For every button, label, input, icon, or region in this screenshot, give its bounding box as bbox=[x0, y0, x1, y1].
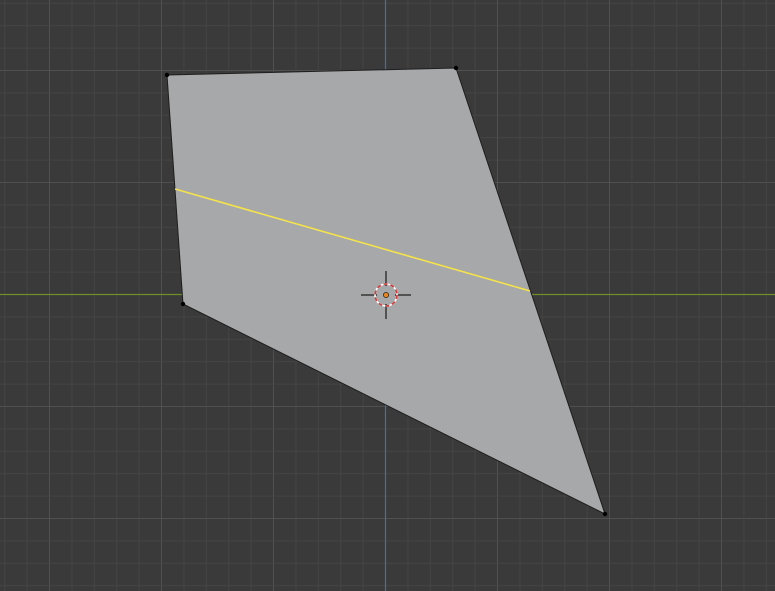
viewport-canvas[interactable] bbox=[0, 0, 775, 591]
3d-viewport[interactable] bbox=[0, 0, 775, 591]
mesh-vertex[interactable] bbox=[164, 72, 170, 78]
object-origin-icon bbox=[383, 292, 389, 298]
mesh-vertex[interactable] bbox=[180, 301, 186, 307]
mesh-vertex[interactable] bbox=[453, 65, 459, 71]
mesh-vertex[interactable] bbox=[602, 511, 608, 517]
